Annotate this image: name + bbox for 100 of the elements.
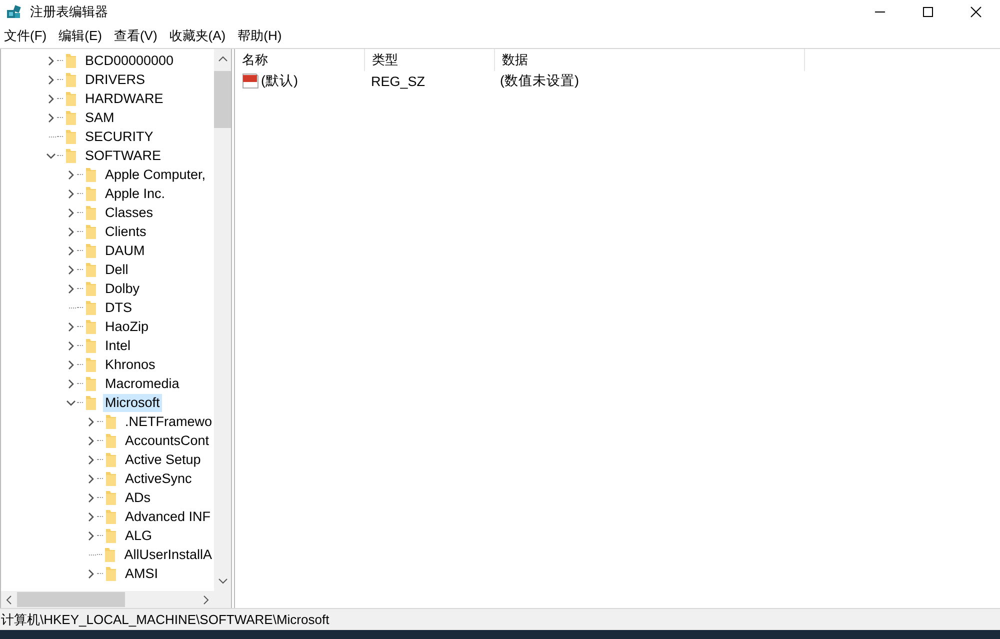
folder-icon <box>105 432 117 448</box>
tree-item[interactable]: Active Setup <box>123 450 203 468</box>
column-header[interactable]: 名称 <box>235 49 365 71</box>
tree-item[interactable]: Classes <box>103 204 156 222</box>
tree-item[interactable]: AMSI <box>123 564 160 582</box>
tree-item[interactable]: .NETFramewo <box>122 412 214 430</box>
registry-icon <box>5 3 23 21</box>
folder-icon <box>65 128 77 144</box>
folder-icon <box>104 414 117 430</box>
expander-icon[interactable] <box>66 246 76 256</box>
folder-icon <box>65 90 77 106</box>
folder-icon <box>105 470 117 486</box>
value-data: (数值未设置) <box>499 72 580 90</box>
tree-item[interactable]: Khronos <box>103 356 158 374</box>
tree-item[interactable]: Advanced INF <box>123 508 213 526</box>
expander-icon[interactable] <box>66 378 76 388</box>
tree-item[interactable]: BCD00000000 <box>83 52 176 70</box>
folder-icon <box>105 490 117 506</box>
folder-icon <box>105 528 117 544</box>
expander-icon[interactable] <box>46 94 56 104</box>
folder-icon <box>65 110 77 126</box>
menu-item[interactable]: 收藏夹(A) <box>169 27 226 45</box>
string-value-icon <box>242 73 259 89</box>
tree-item[interactable]: AllUserInstallA <box>122 546 214 564</box>
folder-icon <box>85 394 97 410</box>
menu-item[interactable]: 查看(V) <box>114 27 158 45</box>
folder-icon <box>85 242 97 258</box>
folder-icon <box>85 204 97 220</box>
folder-icon <box>104 546 116 562</box>
tree-item[interactable]: SECURITY <box>83 128 156 146</box>
expander-icon[interactable] <box>66 208 76 218</box>
folder-icon <box>105 452 117 468</box>
scrollbar-thumb[interactable] <box>214 71 231 128</box>
tree-item[interactable]: Apple Computer, <box>103 166 208 184</box>
expander-icon[interactable] <box>86 474 96 484</box>
menu-item[interactable]: 编辑(E) <box>58 27 102 45</box>
expander-icon[interactable] <box>46 56 56 66</box>
tree-item[interactable]: HARDWARE <box>83 90 166 108</box>
menu-item[interactable]: 帮助(H) <box>238 27 282 45</box>
folder-icon <box>85 280 97 296</box>
expander-icon[interactable] <box>86 454 96 464</box>
tree-item[interactable]: SOFTWARE <box>83 146 163 164</box>
tree-item[interactable]: ADs <box>123 488 153 506</box>
tree-item[interactable]: AccountsCont <box>123 432 212 450</box>
expander-icon[interactable] <box>86 512 96 522</box>
maximize-icon <box>922 6 934 18</box>
expander-icon[interactable] <box>66 188 76 198</box>
tree-item[interactable]: Intel <box>103 336 133 354</box>
window-title: 注册表编辑器 <box>30 3 108 21</box>
tree-item[interactable]: HaoZip <box>103 318 151 336</box>
folder-icon <box>65 52 77 68</box>
folder-icon <box>85 224 97 240</box>
expander-icon[interactable] <box>66 360 76 370</box>
column-header[interactable]: 数据 <box>495 49 805 71</box>
folder-icon <box>105 566 117 582</box>
tree-item[interactable]: ALG <box>123 526 154 544</box>
tree-item[interactable]: Clients <box>103 222 148 240</box>
tree-item[interactable]: Microsoft <box>103 394 162 412</box>
close-icon <box>970 6 982 18</box>
expander-icon[interactable] <box>66 226 76 236</box>
expander-icon[interactable] <box>66 284 76 294</box>
tree-item[interactable]: Apple Inc. <box>103 184 168 202</box>
scrollbar-thumb[interactable] <box>17 592 125 607</box>
expander-icon[interactable] <box>86 436 96 446</box>
expander-icon[interactable] <box>66 398 76 408</box>
status-bar: 计算机\HKEY_LOCAL_MACHINE\SOFTWARE\Microsoft <box>0 608 1000 630</box>
tree-item[interactable]: Dolby <box>103 280 142 298</box>
expander-icon[interactable] <box>86 530 96 540</box>
folder-icon <box>85 376 97 392</box>
expander-icon[interactable] <box>46 74 56 84</box>
column-header[interactable]: 类型 <box>365 49 495 71</box>
folder-icon <box>85 338 97 354</box>
folder-icon <box>65 148 77 164</box>
expander-icon[interactable] <box>86 568 96 578</box>
tree-item[interactable]: DRIVERS <box>83 70 148 88</box>
folder-icon <box>85 186 97 202</box>
menu-item[interactable]: 文件(F) <box>4 27 47 45</box>
folder-icon <box>85 300 97 316</box>
tree-item[interactable]: DTS <box>103 298 134 316</box>
expander-icon[interactable] <box>66 264 76 274</box>
tree-item[interactable]: ActiveSync <box>123 470 194 488</box>
expander-icon[interactable] <box>46 150 56 160</box>
expander-icon[interactable] <box>66 340 76 350</box>
expander-icon[interactable] <box>86 492 96 502</box>
folder-icon <box>105 508 117 524</box>
folder-icon <box>85 356 97 372</box>
tree-item[interactable]: SAM <box>83 108 116 126</box>
expander-icon[interactable] <box>66 322 76 332</box>
value-name[interactable]: (默认) <box>261 72 298 90</box>
expander-icon[interactable] <box>86 416 96 426</box>
folder-icon <box>85 166 97 182</box>
folder-icon <box>85 318 97 334</box>
expander-icon[interactable] <box>46 112 56 122</box>
tree-item[interactable]: Macromedia <box>103 374 182 392</box>
folder-icon <box>65 72 77 88</box>
expander-icon[interactable] <box>66 170 76 180</box>
value-type: REG_SZ <box>370 74 426 88</box>
tree-item[interactable]: Dell <box>103 260 130 278</box>
folder-icon <box>85 262 97 278</box>
tree-item[interactable]: DAUM <box>103 242 147 260</box>
